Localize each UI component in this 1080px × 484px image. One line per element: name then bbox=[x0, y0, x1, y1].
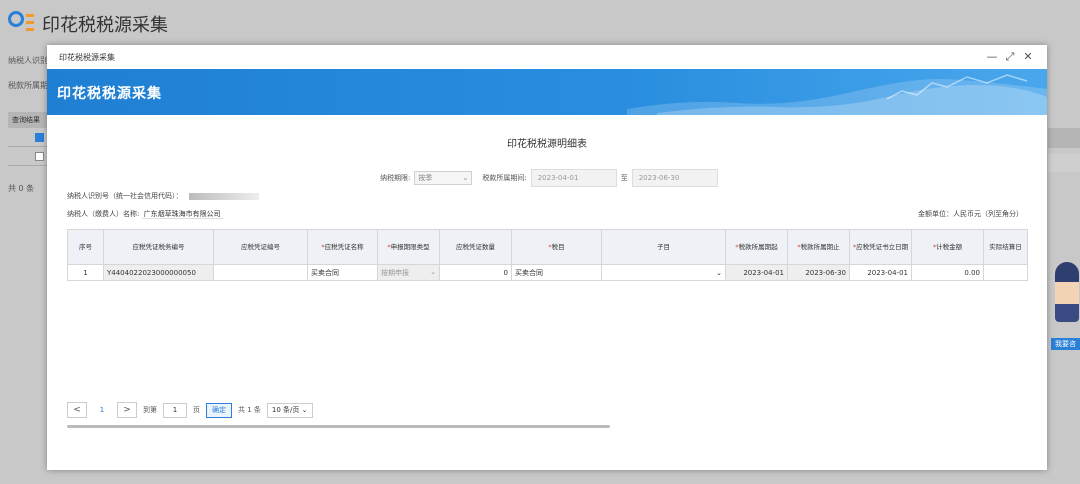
banner-title: 印花税税源采集 bbox=[57, 86, 162, 102]
modal-titlebar: 印花税税源采集 — ⤢ ✕ bbox=[47, 45, 1047, 70]
cell-tax-code: Y4404022023000000050 bbox=[103, 264, 214, 281]
goto-label: 到第 bbox=[143, 406, 157, 414]
maximize-icon[interactable]: ⤢ bbox=[1003, 50, 1017, 64]
amount-unit: 金额单位：人民币元（列至角分） bbox=[918, 210, 1023, 218]
page-size-value: 10 条/页 bbox=[271, 405, 300, 414]
modal-content: 印花税税源明细表 纳税期限: 按季 ⌄ 税款所属期间: 2023-04-01 至… bbox=[47, 115, 1047, 470]
column-header: 子目 bbox=[601, 229, 726, 265]
period-select[interactable]: 按季 ⌄ bbox=[414, 171, 473, 185]
modal-title: 印花税税源采集 bbox=[59, 52, 115, 62]
redacted-taxid bbox=[188, 192, 259, 200]
pagination: < 1 > 到第 1 页 确定 共 1 条 10 条/页 ⌄ bbox=[67, 402, 313, 418]
great-wall-decoration-icon bbox=[627, 74, 1047, 115]
background-right-header bbox=[1048, 128, 1080, 148]
prev-page-button[interactable]: < bbox=[67, 402, 87, 418]
column-header: *计税金额 bbox=[911, 229, 984, 265]
column-header: 应税凭证编号 bbox=[213, 229, 308, 265]
taxpayer-name: 广东烟草珠海市有限公司 bbox=[141, 210, 223, 219]
total-count: 共 1 条 bbox=[238, 406, 261, 414]
checkbox-checked[interactable] bbox=[35, 133, 44, 142]
background-total: 共 0 条 bbox=[8, 184, 35, 193]
range-label: 税款所属期间: bbox=[482, 174, 527, 182]
end-date-field[interactable]: 2023-06-30 bbox=[631, 169, 718, 187]
cell-amount-input[interactable]: 0.00 bbox=[911, 264, 984, 281]
column-header: *税款所属期起 bbox=[725, 229, 788, 265]
column-header: 序号 bbox=[67, 229, 104, 265]
checkbox-unchecked[interactable] bbox=[35, 152, 44, 161]
column-header: 应税凭证税务编号 bbox=[103, 229, 214, 265]
cell-start-date: 2023-04-01 bbox=[725, 264, 788, 281]
page-heading: 印花税税源明细表 bbox=[507, 139, 587, 150]
taxid-row: 纳税人识别号（统一社会信用代码）： bbox=[67, 191, 259, 201]
mascot-consult-label[interactable]: 我要咨 bbox=[1051, 338, 1080, 350]
cell-settle-input[interactable] bbox=[983, 264, 1028, 281]
background-row[interactable] bbox=[8, 128, 48, 147]
table-row[interactable]: 1 Y4404022023000000050 买卖合同 按期申报 ⌄ 0 买卖合同… bbox=[67, 264, 1028, 281]
minimize-icon[interactable]: — bbox=[985, 50, 999, 64]
stamp-tax-modal: 印花税税源采集 — ⤢ ✕ 印花税税源采集 印花税税源明细表 纳税期限: 按季 … bbox=[47, 45, 1047, 470]
start-date-field[interactable]: 2023-04-01 bbox=[530, 169, 617, 187]
background-taxid-label: 纳税人识别 bbox=[8, 56, 48, 65]
taxpayer-row: 纳税人（缴费人）名称: 广东烟草珠海市有限公司 bbox=[67, 209, 223, 219]
background-results-header: 查询结果 bbox=[8, 112, 52, 128]
column-header: 应税凭证数量 bbox=[439, 229, 512, 265]
background-header: 印花税税源采集 bbox=[8, 8, 168, 40]
current-page[interactable]: 1 bbox=[93, 406, 111, 414]
chevron-down-icon: ⌄ bbox=[430, 267, 436, 276]
range-to-label: 至 bbox=[620, 174, 628, 182]
taxid-label: 纳税人识别号（统一社会信用代码）： bbox=[67, 192, 183, 200]
tax-search-logo-icon bbox=[8, 11, 34, 37]
cell-seq: 1 bbox=[67, 264, 104, 281]
period-filter: 纳税期限: 按季 ⌄ 税款所属期间: 2023-04-01 至 2023-06-… bbox=[380, 169, 718, 187]
taxpayer-label: 纳税人（缴费人）名称: bbox=[67, 210, 140, 218]
close-icon[interactable]: ✕ bbox=[1021, 50, 1035, 64]
background-period-label: 税款所属期 bbox=[8, 81, 48, 90]
background-row[interactable] bbox=[8, 147, 48, 166]
cell-voucher-no-input[interactable] bbox=[213, 264, 308, 281]
assistant-mascot[interactable]: 我要咨 bbox=[1051, 262, 1080, 350]
mascot-avatar-icon bbox=[1055, 262, 1079, 322]
cell-period-type-select[interactable]: 按期申报 ⌄ bbox=[377, 264, 440, 281]
column-header: *税款所属期止 bbox=[787, 229, 850, 265]
column-header: 实际结算日 bbox=[983, 229, 1028, 265]
column-header: *应税凭证书立日期 bbox=[849, 229, 912, 265]
cell-subitem-select[interactable]: ⌄ bbox=[601, 264, 726, 281]
cell-quantity-input[interactable]: 0 bbox=[439, 264, 512, 281]
column-header: *申报期限类型 bbox=[377, 229, 440, 265]
period-select-value: 按季 bbox=[418, 174, 433, 182]
cell-item-select[interactable]: 买卖合同 bbox=[511, 264, 602, 281]
cell-voucher-name-input[interactable]: 买卖合同 bbox=[307, 264, 378, 281]
column-header: *税目 bbox=[511, 229, 602, 265]
column-header: *应税凭证名称 bbox=[307, 229, 378, 265]
chevron-down-icon: ⌄ bbox=[716, 268, 722, 277]
background-title: 印花税税源采集 bbox=[42, 15, 168, 36]
page-unit-label: 页 bbox=[193, 406, 200, 414]
tax-detail-table: 序号 应税凭证税务编号 应税凭证编号 *应税凭证名称 *申报期限类型 应税凭证数量 *税目子… bbox=[67, 229, 1028, 281]
cell-sign-date-input[interactable]: 2023-04-01 bbox=[849, 264, 912, 281]
goto-confirm-button[interactable]: 确定 bbox=[206, 402, 232, 418]
period-label: 纳税期限: bbox=[380, 174, 411, 182]
chevron-down-icon: ⌄ bbox=[462, 174, 469, 182]
cell-end-date: 2023-06-30 bbox=[787, 264, 850, 281]
page-size-select[interactable]: 10 条/页 ⌄ bbox=[266, 402, 313, 418]
goto-page-input[interactable]: 1 bbox=[163, 402, 187, 418]
horizontal-scrollbar[interactable] bbox=[67, 425, 610, 428]
table-header-row: 序号 应税凭证税务编号 应税凭证编号 *应税凭证名称 *申报期限类型 应税凭证数量 *税目子… bbox=[67, 229, 1028, 265]
period-type-value: 按期申报 bbox=[381, 268, 409, 277]
modal-banner: 印花税税源采集 bbox=[47, 69, 1047, 115]
next-page-button[interactable]: > bbox=[117, 402, 137, 418]
background-results bbox=[8, 128, 48, 166]
background-right-row bbox=[1048, 154, 1080, 172]
